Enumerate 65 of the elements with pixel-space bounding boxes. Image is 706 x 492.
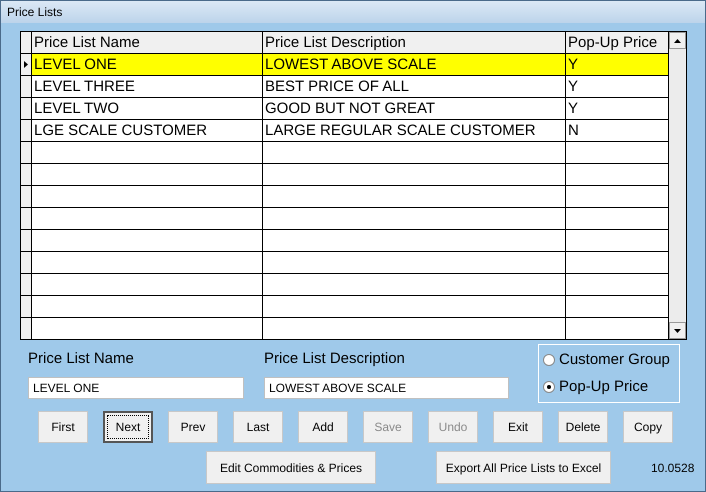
nav-button[interactable]: Exit bbox=[493, 411, 543, 443]
row-selector[interactable] bbox=[21, 208, 32, 229]
empty-row[interactable] bbox=[21, 296, 668, 318]
table-row[interactable]: LEVEL TWO GOOD BUT NOT GREAT Y bbox=[21, 98, 668, 120]
scroll-down-button[interactable] bbox=[669, 322, 686, 339]
scroll-up-button[interactable] bbox=[669, 32, 686, 49]
empty-row[interactable] bbox=[21, 142, 668, 164]
row-selector[interactable] bbox=[21, 54, 32, 75]
text-field[interactable]: LEVEL ONE bbox=[28, 376, 244, 398]
empty-row[interactable] bbox=[21, 208, 668, 230]
action-button[interactable]: Edit Commodities & Prices bbox=[206, 451, 376, 484]
table-row[interactable]: LEVEL ONE LOWEST ABOVE SCALE Y bbox=[21, 54, 668, 76]
radio-option[interactable]: Customer Group bbox=[543, 349, 679, 372]
window-title: Price Lists bbox=[7, 4, 62, 21]
table-cell-text: Y bbox=[567, 77, 580, 97]
table-row[interactable]: LGE SCALE CUSTOMER LARGE REGULAR SCALE CUSTOMER N bbox=[21, 120, 668, 142]
column-header[interactable]: Pop-Up Price bbox=[566, 32, 668, 53]
empty-row[interactable] bbox=[21, 274, 668, 296]
table-row[interactable]: LEVEL THREE BEST PRICE OF ALL Y bbox=[21, 76, 668, 98]
row-selector[interactable] bbox=[21, 164, 32, 185]
column-header[interactable]: Price List Name bbox=[32, 32, 263, 53]
nav-button[interactable]: Last bbox=[233, 411, 283, 443]
table-cell-text: N bbox=[567, 121, 580, 141]
table-cell: LEVEL THREE bbox=[32, 76, 263, 97]
field-label: Price List Description bbox=[264, 349, 406, 369]
empty-row[interactable] bbox=[21, 164, 668, 186]
table-cell: BEST PRICE OF ALL bbox=[263, 76, 566, 97]
table-cell-text: Y bbox=[567, 99, 580, 119]
row-selector[interactable] bbox=[21, 98, 32, 119]
nav-button[interactable]: Delete bbox=[558, 411, 608, 443]
row-selector[interactable] bbox=[21, 76, 32, 97]
version-label: 10.0528 bbox=[651, 460, 694, 476]
nav-button[interactable]: Add bbox=[298, 411, 348, 443]
table-cell: LEVEL TWO bbox=[32, 98, 263, 119]
table-cell: LEVEL ONE bbox=[32, 54, 263, 75]
radio-button[interactable] bbox=[543, 354, 555, 366]
nav-button[interactable]: Next bbox=[103, 411, 153, 443]
field-label: Price List Name bbox=[28, 349, 135, 369]
row-selector[interactable] bbox=[21, 142, 32, 163]
table-cell: GOOD BUT NOT GREAT bbox=[263, 98, 566, 119]
nav-button[interactable]: Copy bbox=[623, 411, 673, 443]
row-selector[interactable] bbox=[21, 318, 32, 339]
up-arrow-icon bbox=[674, 38, 681, 42]
action-button[interactable]: Export All Price Lists to Excel bbox=[436, 451, 611, 484]
row-selector[interactable] bbox=[21, 274, 32, 295]
row-selector[interactable] bbox=[21, 186, 32, 207]
table-cell-text: Y bbox=[567, 55, 580, 75]
text-field[interactable]: LOWEST ABOVE SCALE bbox=[264, 376, 509, 398]
table-cell: LGE SCALE CUSTOMER bbox=[32, 120, 263, 141]
row-selector[interactable] bbox=[21, 296, 32, 317]
scrollbar[interactable] bbox=[668, 32, 686, 339]
empty-row[interactable] bbox=[21, 252, 668, 274]
empty-row[interactable] bbox=[21, 186, 668, 208]
column-header[interactable]: Price List Description bbox=[263, 32, 566, 53]
row-selector[interactable] bbox=[21, 120, 32, 141]
radio-option[interactable]: Pop-Up Price bbox=[543, 376, 679, 398]
row-selector[interactable] bbox=[21, 230, 32, 251]
down-arrow-icon bbox=[674, 328, 681, 332]
nav-button[interactable]: Prev bbox=[168, 411, 218, 443]
radio-button[interactable] bbox=[543, 380, 555, 393]
table-cell: LARGE REGULAR SCALE CUSTOMER bbox=[263, 120, 566, 141]
nav-button[interactable]: First bbox=[38, 411, 88, 443]
row-selector[interactable] bbox=[21, 252, 32, 273]
table-cell: LOWEST ABOVE SCALE bbox=[263, 54, 566, 75]
empty-row[interactable] bbox=[21, 230, 668, 252]
